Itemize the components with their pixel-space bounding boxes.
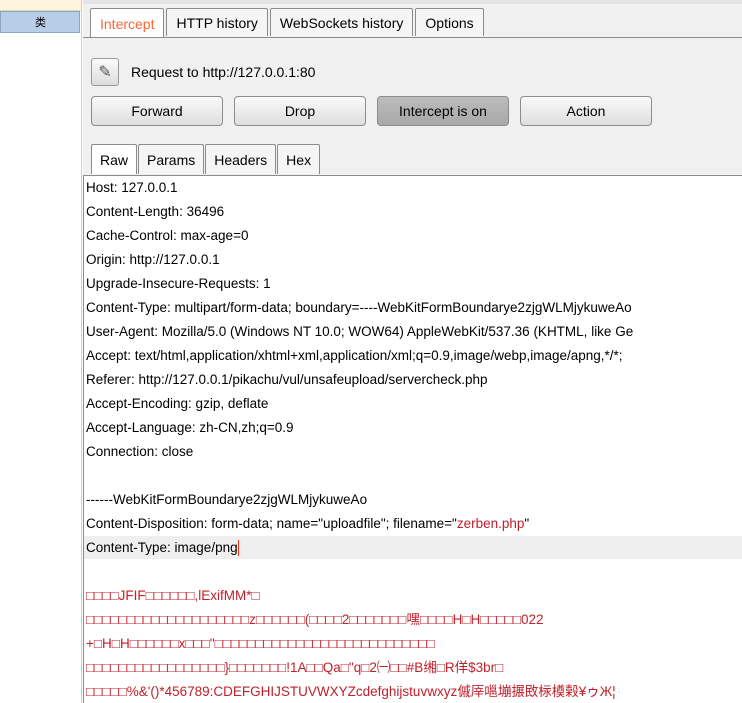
tab-options[interactable]: Options — [415, 8, 484, 36]
header-accept-language[interactable]: Accept-Language: zh-CN,zh;q=0.9 — [84, 416, 742, 439]
disposition-prefix: Content-Disposition: form-data; name="up… — [86, 516, 457, 531]
part-content-disposition[interactable]: Content-Disposition: form-data; name="up… — [84, 512, 742, 535]
tab-intercept[interactable]: Intercept — [90, 8, 165, 38]
header-connection[interactable]: Connection: close — [84, 440, 742, 463]
header-content-length[interactable]: Content-Length: 36496 — [84, 200, 742, 223]
header-content-type[interactable]: Content-Type: multipart/form-data; bound… — [84, 296, 742, 319]
multipart-boundary[interactable]: ------WebKitFormBoundarye2zjgWLMjykuweAo — [84, 488, 742, 511]
request-target-label: Request to http://127.0.0.1:80 — [131, 64, 316, 80]
left-panel: 类 — [0, 0, 82, 703]
tab-headers[interactable]: Headers — [205, 144, 277, 174]
header-cache-control[interactable]: Cache-Control: max-age=0 — [84, 224, 742, 247]
header-origin[interactable]: Origin: http://127.0.0.1 — [84, 248, 742, 271]
message-view-tabs: Raw Params Headers Hex — [91, 144, 321, 174]
tabs-divider — [83, 37, 742, 38]
forward-button[interactable]: Forward — [91, 96, 223, 126]
request-info: ✎ Request to http://127.0.0.1:80 — [91, 57, 315, 87]
action-button[interactable]: Action — [520, 96, 652, 126]
binary-line[interactable]: □□□□□%&'()*456789:CDEFGHIJSTUVWXYZcdefgh… — [84, 680, 742, 703]
header-accept-encoding[interactable]: Accept-Encoding: gzip, deflate — [84, 392, 742, 415]
top-edge — [83, 0, 742, 4]
intercept-controls: Forward Drop Intercept is on Action — [91, 96, 652, 126]
disposition-suffix: " — [524, 516, 530, 531]
raw-request-editor[interactable]: Host: 127.0.0.1 Content-Length: 36496 Ca… — [83, 176, 742, 703]
tab-websockets-history[interactable]: WebSockets history — [269, 8, 414, 36]
part-content-type-text: Content-Type: image/png — [86, 540, 238, 555]
proxy-tabs: Intercept HTTP history WebSockets histor… — [90, 8, 486, 38]
header-referer[interactable]: Referer: http://127.0.0.1/pikachu/vul/un… — [84, 368, 742, 391]
panel-divider[interactable] — [81, 0, 82, 703]
left-panel-item[interactable]: 类 — [0, 11, 80, 33]
binary-line[interactable]: □□□□JFIF□□□□□□,lExifMM*□ — [84, 584, 742, 607]
text-caret — [237, 540, 239, 557]
header-user-agent[interactable]: User-Agent: Mozilla/5.0 (Windows NT 10.0… — [84, 320, 742, 343]
tab-hex[interactable]: Hex — [277, 144, 321, 174]
drop-button[interactable]: Drop — [234, 96, 366, 126]
pencil-icon[interactable]: ✎ — [91, 58, 119, 86]
part-content-type[interactable]: Content-Type: image/png — [84, 536, 742, 559]
header-upgrade-insecure[interactable]: Upgrade-Insecure-Requests: 1 — [84, 272, 742, 295]
tab-raw[interactable]: Raw — [91, 144, 138, 174]
binary-line[interactable]: □□□□□□□□□□□□□□□□□□□□z□□□□□□(□□□□2□□□□□□□… — [84, 608, 742, 631]
proxy-panel: Intercept HTTP history WebSockets histor… — [83, 0, 742, 703]
tab-params[interactable]: Params — [138, 144, 205, 174]
binary-line[interactable]: □□□□□□□□□□□□□□□□□}□□□□□□□!1A□□Qa□"q□2㈠□□… — [84, 656, 742, 679]
binary-line[interactable]: +□H□H□□□□□□x□□□"□□□□□□□□□□□□□□□□□□□□□□□□… — [84, 632, 742, 655]
tab-http-history[interactable]: HTTP history — [166, 8, 268, 36]
upload-filename: zerben.php — [456, 516, 525, 531]
header-accept[interactable]: Accept: text/html,application/xhtml+xml,… — [84, 344, 742, 367]
left-panel-header — [0, 0, 82, 11]
header-host[interactable]: Host: 127.0.0.1 — [84, 176, 742, 199]
intercept-toggle-button[interactable]: Intercept is on — [377, 96, 509, 126]
